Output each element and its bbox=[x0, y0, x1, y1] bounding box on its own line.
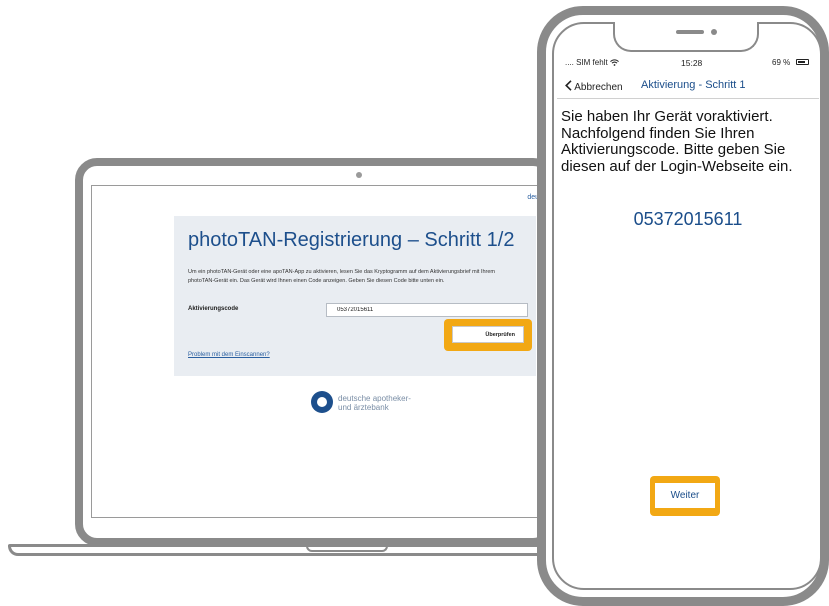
bank-logo-icon bbox=[311, 391, 333, 413]
laptop-notch bbox=[306, 546, 388, 552]
activation-code-display: 05372015611 bbox=[633, 209, 743, 229]
status-battery: 69 % bbox=[772, 58, 791, 67]
laptop-camera bbox=[356, 172, 362, 178]
front-camera-icon bbox=[711, 29, 717, 35]
phone-notch bbox=[613, 22, 759, 52]
nav-title: Aktivierung - Schritt 1 bbox=[641, 79, 746, 91]
registration-card: photoTAN-Registrierung – Schritt 1/2 Um … bbox=[174, 216, 536, 376]
chevron-left-icon bbox=[565, 80, 572, 91]
check-button[interactable]: Überprüfen bbox=[452, 326, 524, 343]
activation-message: Sie haben Ihr Gerät voraktiviert. Nachfo… bbox=[561, 108, 793, 175]
laptop-screen: deut photoTAN-Registrierung – Schritt 1/… bbox=[91, 185, 544, 518]
instructions-text: Um ein photoTAN-Gerät oder eine apoTAN-A… bbox=[188, 269, 496, 284]
back-button-label: Abbrechen bbox=[574, 82, 623, 93]
next-button[interactable]: Weiter bbox=[655, 483, 715, 508]
bank-name-line-2: und ärztebank bbox=[338, 403, 389, 412]
speaker-icon bbox=[676, 30, 704, 34]
status-time: 15:28 bbox=[681, 58, 703, 68]
battery-icon bbox=[796, 59, 809, 65]
status-carrier: .... SIM fehlt bbox=[565, 58, 619, 67]
bank-name-line-1: deutsche apotheker- bbox=[338, 394, 411, 403]
carrier-text: .... SIM fehlt bbox=[565, 58, 608, 67]
bank-name: deutsche apotheker- und ärztebank bbox=[338, 394, 411, 412]
activation-code-input[interactable] bbox=[326, 303, 528, 317]
activation-code-label: Aktivierungscode bbox=[188, 306, 239, 312]
back-button[interactable]: Abbrechen bbox=[565, 80, 623, 93]
laptop-base bbox=[8, 544, 576, 556]
scan-problem-link[interactable]: Problem mit dem Einscannen? bbox=[188, 352, 270, 358]
nav-bar: Abbrechen Aktivierung - Schritt 1 bbox=[557, 73, 819, 99]
page-title: photoTAN-Registrierung – Schritt 1/2 bbox=[188, 229, 515, 251]
wifi-icon bbox=[610, 59, 619, 66]
